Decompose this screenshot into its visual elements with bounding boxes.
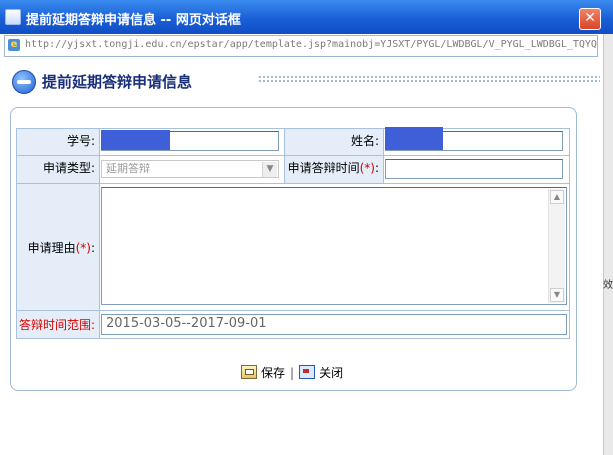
dialog-title: 提前延期答辩申请信息 -- 网页对话框 bbox=[26, 13, 241, 28]
apply-time-label-text: 申请答辩时间 bbox=[287, 161, 360, 175]
url-text: http://yjsxt.tongji.edu.cn/epstar/app/te… bbox=[25, 39, 597, 50]
heading-icon bbox=[12, 70, 36, 94]
required-mark: (*) bbox=[359, 161, 375, 175]
range-value: 2015-03-05--2017-09-01 bbox=[101, 314, 567, 335]
dotted-divider bbox=[258, 75, 600, 83]
chevron-down-icon[interactable]: ▼ bbox=[262, 162, 277, 177]
redacted-student-id bbox=[101, 130, 170, 150]
vertical-scrollbar[interactable]: ▲ ▼ bbox=[548, 189, 565, 303]
scroll-down-icon[interactable]: ▼ bbox=[550, 288, 564, 302]
reason-label: 申请理由(*): bbox=[16, 183, 100, 311]
apply-time-label-suffix: : bbox=[374, 161, 379, 175]
page-icon bbox=[5, 9, 21, 25]
required-mark: (*) bbox=[75, 241, 91, 255]
scroll-up-icon[interactable]: ▲ bbox=[550, 190, 564, 204]
dialog-titlebar: 提前延期答辩申请信息 -- 网页对话框 ✕ bbox=[0, 0, 613, 34]
apply-time-input[interactable] bbox=[385, 159, 563, 179]
apply-time-label: 申请答辩时间(*): bbox=[284, 155, 384, 184]
save-icon bbox=[241, 365, 257, 379]
redacted-name bbox=[385, 127, 443, 150]
save-button[interactable]: 保存 bbox=[241, 365, 286, 380]
close-button[interactable]: 关闭 bbox=[299, 365, 344, 380]
ie-icon: e bbox=[8, 39, 20, 51]
background-window-text: 效 bbox=[603, 280, 613, 291]
background-window-strip bbox=[603, 34, 613, 455]
page-title: 提前延期答辩申请信息 bbox=[42, 73, 193, 91]
range-label: 答辩时间范围: bbox=[16, 310, 100, 339]
action-bar: 保存 | 关闭 bbox=[241, 364, 343, 381]
name-label: 姓名: bbox=[284, 128, 384, 156]
reason-label-suffix: : bbox=[90, 241, 95, 255]
close-window-button[interactable]: ✕ bbox=[579, 8, 601, 30]
close-label: 关闭 bbox=[319, 366, 344, 380]
save-label: 保存 bbox=[261, 366, 286, 380]
button-separator: | bbox=[290, 366, 295, 380]
reason-label-text: 申请理由 bbox=[27, 241, 76, 255]
close-icon bbox=[299, 365, 316, 379]
reason-textarea[interactable]: ▲ ▼ bbox=[101, 187, 567, 305]
apply-type-value: 延期答辩 bbox=[106, 162, 150, 175]
address-bar[interactable]: e http://yjsxt.tongji.edu.cn/epstar/app/… bbox=[4, 35, 598, 57]
apply-type-select[interactable]: 延期答辩 ▼ bbox=[101, 160, 279, 178]
student-id-label: 学号: bbox=[16, 128, 100, 156]
apply-type-label: 申请类型: bbox=[16, 155, 100, 184]
